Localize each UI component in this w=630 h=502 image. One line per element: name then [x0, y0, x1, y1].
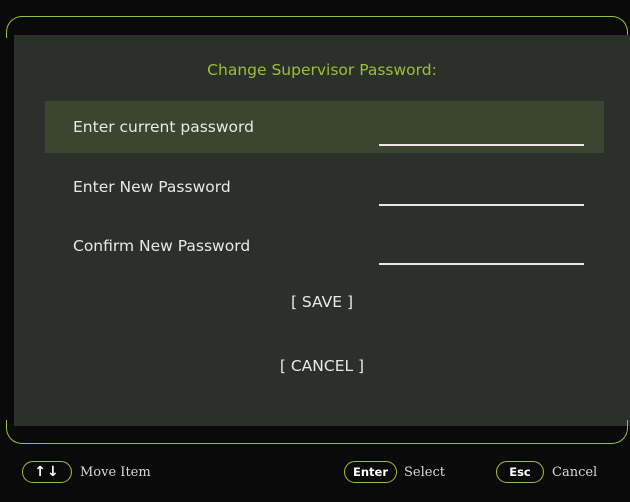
esc-key-icon[interactable]: Esc [496, 461, 544, 483]
new-password-input[interactable] [379, 204, 584, 206]
current-password-label: Enter current password [73, 118, 254, 136]
updown-arrows-icon: ↑↓ [22, 461, 72, 483]
cancel-hint: Cancel [552, 465, 598, 480]
footer-hints: ↑↓ Move Item Enter Select Esc Cancel [0, 459, 630, 489]
confirm-password-label: Confirm New Password [73, 237, 251, 255]
save-button[interactable]: [ SAVE ] [14, 293, 630, 311]
field-row-confirm-password[interactable]: Confirm New Password [45, 220, 604, 272]
cancel-button[interactable]: [ CANCEL ] [14, 357, 630, 375]
password-dialog: Change Supervisor Password: Enter curren… [14, 35, 630, 426]
frame-bottom-border [6, 420, 628, 444]
dialog-title: Change Supervisor Password: [207, 61, 437, 79]
field-row-new-password[interactable]: Enter New Password [45, 161, 604, 213]
current-password-input[interactable] [379, 144, 584, 146]
select-hint: Select [404, 465, 445, 480]
new-password-label: Enter New Password [73, 178, 231, 196]
confirm-password-input[interactable] [379, 263, 584, 265]
enter-key-icon[interactable]: Enter [344, 461, 397, 483]
field-row-current-password[interactable]: Enter current password [45, 101, 604, 153]
move-item-hint: Move Item [80, 465, 151, 480]
